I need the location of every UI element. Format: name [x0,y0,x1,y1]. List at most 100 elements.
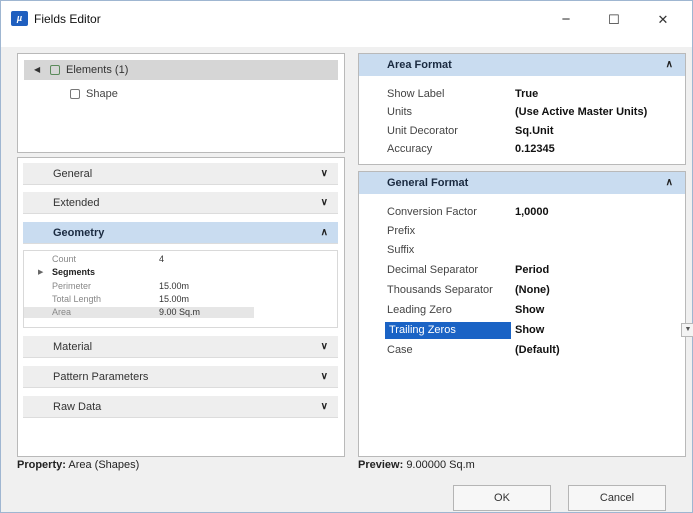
tree-item-label: Elements (1) [66,64,129,76]
chevron-up-icon: ∧ [320,227,328,238]
property-info-value: Area (Shapes) [68,459,140,471]
property-value: 15.00m [159,281,190,291]
app-logo-icon: µ [11,11,28,26]
elements-icon [50,65,60,75]
geometry-row-segments[interactable]: ▶ Segments [24,267,254,278]
area-row-accuracy[interactable]: Accuracy 0.12345 [387,141,677,158]
property-value: 15.00m [159,294,190,304]
property-label: Case [387,344,413,356]
general-row-thousands-separator[interactable]: Thousands Separator (None) [387,282,677,299]
chevron-down-icon: ∨ [320,341,328,352]
chevron-down-icon: ∨ [320,401,328,412]
tree-item-label: Shape [86,88,118,100]
dropdown-arrow-icon[interactable]: ▼ [681,323,693,337]
property-value[interactable]: Show [515,322,544,339]
property-label: Suffix [387,244,415,256]
panel-title: Area Format [387,59,452,71]
property-value[interactable]: (Use Active Master Units) [515,104,647,121]
general-row-leading-zero[interactable]: Leading Zero Show [387,302,677,319]
property-value[interactable]: Show [515,302,544,319]
property-label: Perimeter [52,281,92,291]
section-general[interactable]: General ∨ [23,163,338,185]
property-value[interactable]: 1,0000 [515,204,549,221]
section-geometry[interactable]: Geometry ∧ [23,222,338,244]
minimize-button[interactable]: − [551,9,581,31]
geometry-row-count[interactable]: Count 4 [24,254,254,265]
section-material[interactable]: Material ∨ [23,336,338,358]
property-label: Area [52,307,72,317]
property-value[interactable]: 0.12345 [515,141,555,158]
general-row-conversion-factor[interactable]: Conversion Factor 1,0000 [387,204,677,221]
section-label: Material [53,341,93,353]
maximize-button[interactable]: ☐ [599,9,629,31]
tree-item-shape[interactable]: Shape [24,84,338,104]
general-row-trailing-zeros[interactable]: Trailing Zeros Show ▼ [385,322,693,339]
property-label: Count [52,254,77,264]
property-label: Units [387,106,413,118]
cancel-button[interactable]: Cancel [568,485,666,511]
chevron-down-icon: ∨ [320,371,328,382]
property-value: 9.00 Sq.m [159,307,201,317]
fields-editor-window: µ Fields Editor − ☐ ✕ ◀ Elements (1) Sha… [0,0,693,513]
property-label: Decimal Separator [387,264,479,276]
chevron-up-icon: ∧ [665,59,673,70]
property-value[interactable]: Sq.Unit [515,123,554,140]
geometry-row-total-length[interactable]: Total Length 15.00m [24,294,254,305]
property-label: Leading Zero [387,304,452,316]
property-label: Unit Decorator [387,125,458,137]
property-info-label: Property: [17,459,66,471]
element-tree: ◀ Elements (1) Shape [17,53,345,153]
area-row-show-label[interactable]: Show Label True [387,86,677,103]
shape-icon [70,89,80,99]
section-label: Pattern Parameters [53,371,149,383]
area-format-header[interactable]: Area Format ∧ [359,54,685,76]
section-raw-data[interactable]: Raw Data ∨ [23,396,338,418]
property-label: Accuracy [387,143,433,155]
property-info: Property: Area (Shapes) [17,459,139,471]
title-bar: µ Fields Editor − ☐ ✕ [1,1,692,47]
area-format-panel: Area Format ∧ Show Label True Units (Use… [358,53,686,165]
property-value[interactable]: Period [515,262,549,279]
general-row-prefix[interactable]: Prefix [387,223,677,240]
section-label: Raw Data [53,401,102,413]
general-row-suffix[interactable]: Suffix [387,242,677,259]
property-value[interactable]: (None) [515,282,550,299]
property-label: Show Label [387,88,445,100]
property-value: 4 [159,254,165,264]
general-row-case[interactable]: Case (Default) [387,342,677,359]
section-extended[interactable]: Extended ∨ [23,192,338,214]
panel-title: General Format [387,177,469,189]
chevron-down-icon: ∨ [320,197,328,208]
general-format-header[interactable]: General Format ∧ [359,172,685,194]
property-label: Thousands Separator [387,284,493,296]
section-pattern-parameters[interactable]: Pattern Parameters ∨ [23,366,338,388]
tree-item-elements[interactable]: ◀ Elements (1) [24,60,338,80]
property-label: Prefix [387,225,416,237]
area-row-unit-decorator[interactable]: Unit Decorator Sq.Unit [387,123,677,140]
property-value[interactable]: True [515,86,538,103]
preview-value: 9.00000 Sq.m [406,459,475,471]
chevron-down-icon: ∨ [320,168,328,179]
geometry-row-area[interactable]: Area 9.00 Sq.m [24,307,254,318]
expand-arrow-icon[interactable]: ◀ [34,60,40,80]
ok-button[interactable]: OK [453,485,551,511]
preview-label: Preview: [358,459,404,471]
property-label: Total Length [52,294,102,304]
section-label: Geometry [53,227,105,239]
property-label: Segments [52,267,96,277]
expand-arrow-icon[interactable]: ▶ [38,267,43,278]
property-label: Trailing Zeros [385,322,511,339]
property-value[interactable]: (Default) [515,342,560,359]
window-title: Fields Editor [34,12,101,26]
property-sections: General ∨ Extended ∨ Geometry ∧ Count 4 … [17,157,345,457]
property-label: Conversion Factor [387,206,477,218]
section-label: Extended [53,197,100,209]
general-format-panel: General Format ∧ Conversion Factor 1,000… [358,171,693,457]
preview-info: Preview: 9.00000 Sq.m [358,459,475,471]
general-row-decimal-separator[interactable]: Decimal Separator Period [387,262,677,279]
area-row-units[interactable]: Units (Use Active Master Units) [387,104,677,121]
chevron-up-icon: ∧ [665,177,673,188]
geometry-row-perimeter[interactable]: Perimeter 15.00m [24,281,254,292]
geometry-properties: Count 4 ▶ Segments Perimeter 15.00m Tota… [23,250,338,328]
close-button[interactable]: ✕ [648,9,678,31]
